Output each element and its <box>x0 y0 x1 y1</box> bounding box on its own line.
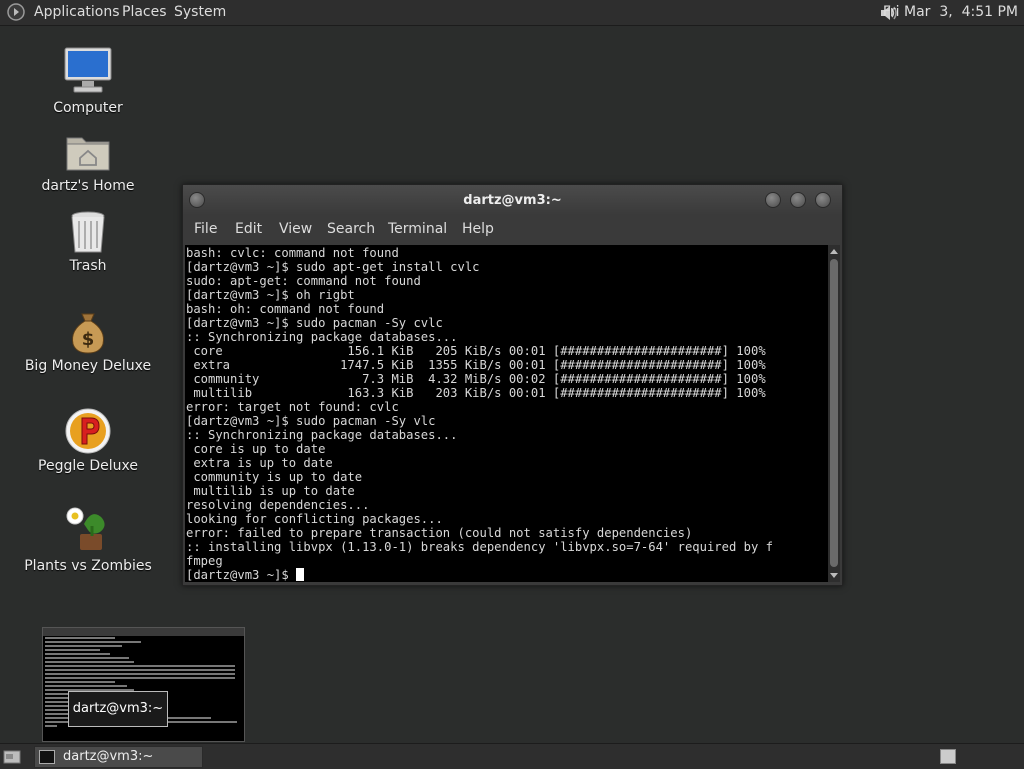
scroll-thumb[interactable] <box>830 259 838 567</box>
svg-text:$: $ <box>82 329 95 350</box>
preview-line <box>45 725 57 727</box>
desktop-icon-label: Plants vs Zombies <box>24 558 152 574</box>
preview-line <box>45 661 134 663</box>
terminal-text: bash: cvlc: command not found [dartz@vm3… <box>186 246 773 582</box>
desktop-icon-computer[interactable]: Computer <box>18 46 158 116</box>
desktop-icon-peggle[interactable]: Peggle Deluxe <box>18 406 158 474</box>
terminal-scrollbar[interactable] <box>828 245 840 582</box>
plants-icon <box>66 507 105 550</box>
menu-terminal[interactable]: Terminal <box>388 221 447 237</box>
bottom-panel: dartz@vm3:~ <box>0 743 1024 769</box>
desktop-icon-label: Trash <box>69 258 107 274</box>
preview-line <box>45 653 110 655</box>
close-button[interactable] <box>815 192 831 208</box>
places-menu[interactable]: Places <box>122 4 167 20</box>
top-panel: Applications Places System Fri Mar 3, 4:… <box>0 0 1024 26</box>
preview-line <box>45 677 235 679</box>
desktop-icon-label: Peggle Deluxe <box>38 458 138 474</box>
scroll-down-arrow-icon[interactable] <box>830 573 838 578</box>
desktop-icon-home[interactable]: dartz's Home <box>18 128 158 194</box>
desktop-icon-plants-vs-zombies[interactable]: Plants vs Zombies <box>18 504 158 574</box>
taskbar-item-label: dartz@vm3:~ <box>63 749 154 764</box>
window-titlebar[interactable]: dartz@vm3:~ <box>183 185 842 215</box>
terminal-window[interactable]: dartz@vm3:~ File Edit View Search Termin… <box>182 184 843 586</box>
terminal-icon <box>39 750 55 764</box>
preview-line <box>45 673 235 675</box>
applications-menu[interactable]: Applications <box>34 4 120 20</box>
taskbar-item-terminal[interactable]: dartz@vm3:~ <box>34 746 203 768</box>
preview-line <box>45 645 122 647</box>
menu-search[interactable]: Search <box>327 221 375 237</box>
terminal-output[interactable]: bash: cvlc: command not found [dartz@vm3… <box>185 245 828 582</box>
system-menu[interactable]: System <box>174 4 226 20</box>
desktop-icon-label: Computer <box>53 100 123 116</box>
preview-tooltip: dartz@vm3:~ <box>68 691 168 727</box>
preview-line <box>45 685 127 687</box>
menu-view[interactable]: View <box>279 221 312 237</box>
preview-line <box>45 665 235 667</box>
peggle-icon <box>65 408 111 454</box>
preview-line <box>45 641 141 643</box>
scroll-up-arrow-icon[interactable] <box>830 249 838 254</box>
preview-line <box>45 649 101 651</box>
desktop-icon-label: dartz's Home <box>41 178 135 194</box>
menu-help[interactable]: Help <box>462 221 494 237</box>
workspace-switcher[interactable] <box>940 749 956 764</box>
preview-line <box>45 657 129 659</box>
preview-menubar <box>43 628 244 636</box>
desktop-icon-big-money[interactable]: $ Big Money Deluxe <box>18 308 158 374</box>
show-desktop-icon[interactable] <box>3 748 21 764</box>
computer-icon <box>64 47 112 93</box>
preview-line <box>45 669 235 671</box>
maximize-button[interactable] <box>790 192 806 208</box>
terminal-menubar: File Edit View Search Terminal Help <box>183 215 842 243</box>
window-title: dartz@vm3:~ <box>463 193 562 208</box>
menu-file[interactable]: File <box>194 221 217 237</box>
trash-icon <box>71 211 105 253</box>
menu-edit[interactable]: Edit <box>235 221 262 237</box>
preview-line <box>45 681 115 683</box>
money-bag-icon: $ <box>72 313 104 354</box>
minimize-button[interactable] <box>765 192 781 208</box>
gnome-logo-icon[interactable] <box>7 3 25 21</box>
preview-line <box>45 637 115 639</box>
terminal-cursor <box>296 568 305 581</box>
desktop-icon-label: Big Money Deluxe <box>24 358 152 374</box>
clock[interactable]: Fri Mar 3, 4:51 PM <box>883 4 1018 20</box>
desktop-icon-trash[interactable]: Trash <box>18 208 158 274</box>
home-folder-icon <box>66 137 110 171</box>
